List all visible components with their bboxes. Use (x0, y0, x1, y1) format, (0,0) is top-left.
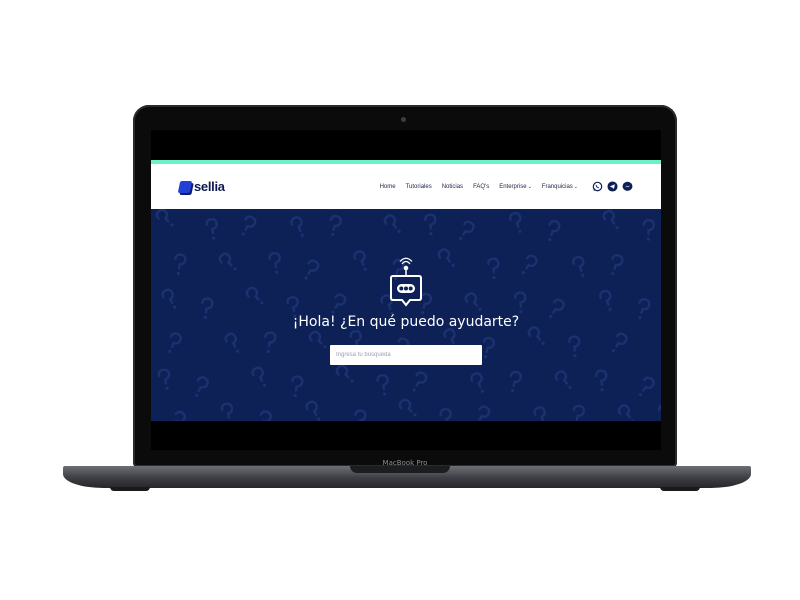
pattern-question-mark (174, 253, 187, 276)
pattern-question-mark (376, 374, 389, 396)
pattern-question-mark (161, 288, 177, 309)
pattern-question-mark (155, 209, 174, 227)
pattern-question-mark (611, 253, 624, 276)
pattern-question-mark (383, 214, 401, 233)
pattern-question-mark (291, 375, 304, 398)
nav-dropdown-enterprise[interactable]: Enterprise⌄ (499, 184, 532, 190)
pattern-question-mark (521, 254, 538, 275)
pattern-question-mark (305, 400, 321, 421)
pattern-question-mark (568, 335, 581, 358)
pattern-question-mark (514, 291, 527, 314)
chevron-down-icon: ⌄ (573, 183, 578, 190)
nav-link-label: Noticias (441, 183, 464, 190)
camera-icon (401, 117, 406, 122)
pattern-question-mark (241, 215, 257, 236)
pattern-question-mark (308, 330, 327, 349)
nav-link-noticias[interactable]: Noticias (442, 184, 463, 190)
telegram-icon[interactable] (607, 181, 618, 192)
pattern-question-mark (548, 219, 561, 242)
nav-link-home[interactable]: Home (380, 184, 396, 190)
pattern-question-mark (458, 220, 475, 241)
pattern-question-mark (482, 336, 496, 359)
whatsapp-icon[interactable] (592, 181, 603, 192)
pattern-question-mark (554, 370, 572, 389)
chevron-down-icon: ⌄ (527, 183, 532, 190)
pattern-question-mark (157, 368, 171, 390)
pattern-question-mark (168, 332, 182, 353)
nav-link-faqs[interactable]: FAQ's (473, 184, 489, 190)
pattern-question-mark (245, 286, 264, 305)
logo-text: sellia (194, 179, 225, 194)
pattern-question-mark (259, 410, 272, 421)
pattern-question-mark (572, 404, 586, 421)
screen-bottom-area (151, 421, 661, 450)
pattern-question-mark (478, 405, 491, 421)
pattern-question-mark (264, 331, 277, 354)
pattern-question-mark (398, 398, 417, 417)
nav-dropdown-franquicias[interactable]: Franquicias⌄ (542, 184, 578, 190)
pattern-question-mark (251, 366, 267, 387)
pattern-question-mark (617, 404, 635, 421)
laptop-base-notch (350, 466, 450, 473)
robot-chat-icon (390, 257, 422, 307)
pattern-question-mark (439, 408, 452, 421)
pattern-question-mark (220, 402, 234, 421)
pattern-question-mark (487, 257, 500, 280)
pattern-question-mark (331, 293, 347, 314)
pattern-question-mark (509, 370, 523, 393)
pattern-question-mark (602, 209, 619, 230)
main-nav: Home Tutoriales Noticias FAQ's Enterpris… (380, 181, 633, 192)
pattern-question-mark (354, 409, 367, 421)
laptop-foot (110, 487, 150, 491)
pattern-question-mark (599, 289, 612, 311)
pattern-question-mark (268, 252, 281, 274)
pattern-question-mark (412, 371, 428, 392)
pattern-question-mark (424, 213, 437, 236)
nav-link-label: FAQ's (473, 183, 490, 190)
nav-link-label: Tutoriales (405, 183, 432, 190)
pattern-question-mark (304, 259, 320, 280)
pattern-question-mark (611, 332, 628, 353)
social-links (592, 181, 633, 192)
nav-link-tutoriales[interactable]: Tutoriales (406, 184, 432, 190)
logo[interactable]: sellia (177, 179, 225, 194)
nav-link-label: Franquicias (541, 183, 573, 190)
pattern-question-mark (205, 218, 218, 240)
pattern-question-mark (353, 250, 367, 271)
pattern-question-mark (464, 292, 482, 311)
pattern-question-mark (595, 369, 608, 392)
logo-mark-icon (177, 180, 193, 193)
screen-top-bezel-area (151, 130, 661, 160)
search-input[interactable] (330, 345, 482, 365)
nav-link-label: Home (379, 183, 396, 190)
pattern-question-mark (329, 214, 343, 237)
laptop-foot (660, 487, 700, 491)
pattern-question-mark (470, 372, 484, 393)
pattern-question-mark (642, 218, 656, 241)
messenger-icon[interactable] (622, 181, 633, 192)
pattern-question-mark (572, 255, 585, 277)
model-label: MacBook Pro (382, 459, 428, 467)
pattern-question-mark (218, 252, 237, 271)
pattern-question-mark (437, 248, 455, 267)
pattern-question-mark (509, 211, 522, 233)
pattern-question-mark (533, 406, 546, 421)
pattern-question-mark (195, 376, 209, 397)
pattern-question-mark (290, 216, 304, 237)
site-header: sellia Home Tutoriales Noticias FAQ's En… (151, 164, 661, 209)
pattern-question-mark (335, 364, 354, 383)
nav-link-label: Enterprise (499, 183, 527, 190)
pattern-question-mark (224, 332, 240, 353)
pattern-question-mark (638, 376, 655, 397)
hero-section: ¡Hola! ¿En qué puedo ayudarte? (151, 209, 661, 421)
laptop-screen: sellia Home Tutoriales Noticias FAQ's En… (151, 130, 661, 450)
pattern-question-mark (172, 410, 187, 421)
hero-title: ¡Hola! ¿En qué puedo ayudarte? (292, 314, 520, 330)
pattern-question-mark (658, 403, 661, 420)
